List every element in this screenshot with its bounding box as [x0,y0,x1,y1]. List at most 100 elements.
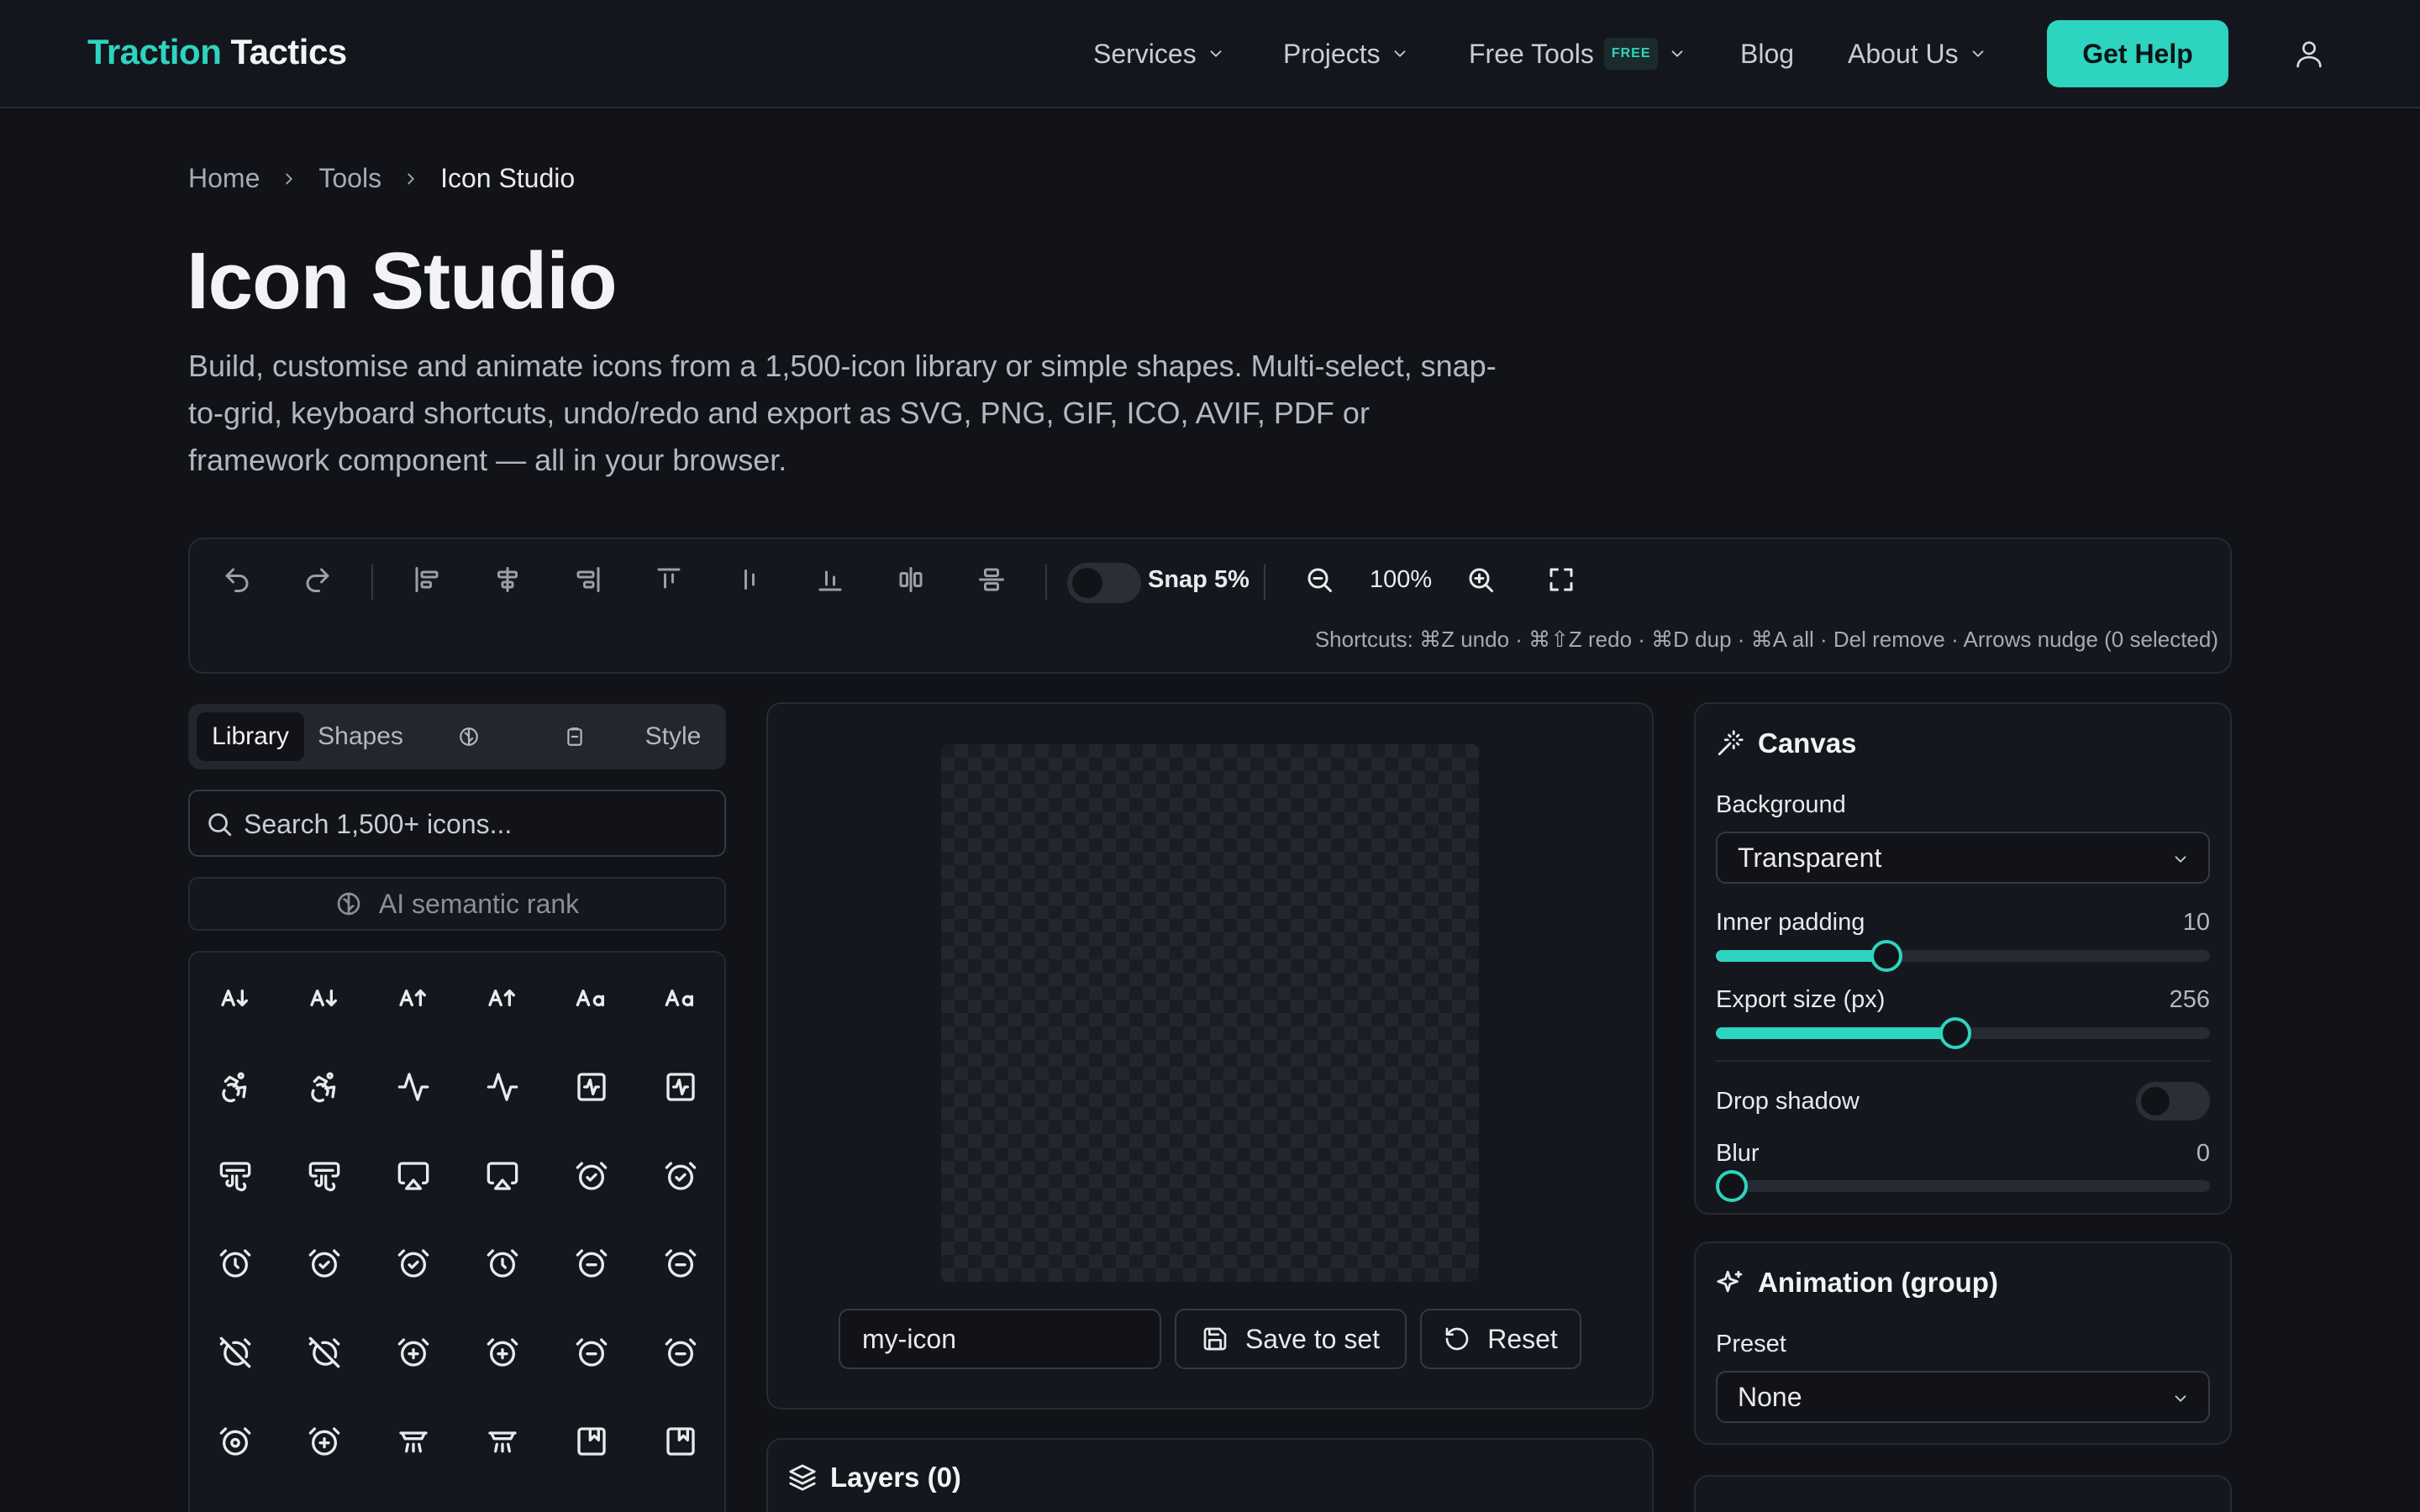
accessibility-icon[interactable] [308,1070,341,1104]
arrow-up-a-z-icon[interactable] [486,981,519,1015]
icon-library-grid [188,951,726,1512]
airplay-icon[interactable] [397,1159,430,1193]
nav-about[interactable]: About Us [1848,34,1987,74]
save-to-set-button[interactable]: Save to set [1175,1309,1407,1369]
layers-title: Layers (0) [830,1462,961,1493]
animation-header: Animation (group) [1716,1267,1998,1299]
tab-library[interactable]: Library [197,712,304,761]
align-top-icon[interactable] [654,564,684,595]
blur-slider[interactable] [1716,1170,2210,1202]
air-vent-icon[interactable] [308,1159,341,1193]
alarm-clock-check-icon[interactable] [308,1247,341,1280]
tab-style[interactable]: Style [629,712,718,761]
slider-thumb[interactable] [1939,1017,1972,1049]
background-select[interactable]: Transparent [1716,832,2210,884]
user-icon[interactable] [2292,37,2326,71]
alarm-clock-off-icon[interactable] [308,1336,341,1369]
tab-shapes[interactable]: Shapes [306,712,415,761]
reset-button[interactable]: Reset [1420,1309,1581,1369]
icon-name-input[interactable] [839,1309,1161,1369]
case-sensitive-icon[interactable] [575,981,608,1015]
breadcrumb-tools[interactable]: Tools [318,163,381,194]
alarm-clock-plus-icon[interactable] [308,1425,341,1458]
arrow-up-a-z-icon[interactable] [397,981,430,1015]
chevron-down-icon [2171,850,2190,869]
export-size-label: Export size (px) [1716,986,1886,1013]
airplay-icon[interactable] [486,1159,519,1193]
undo-icon[interactable] [222,564,252,595]
arrow-down-a-z-icon[interactable] [218,981,252,1015]
alarm-clock-check-icon[interactable] [575,1159,608,1193]
align-middle-icon[interactable] [734,564,765,595]
distribute-vertical-icon[interactable] [976,564,1007,595]
slider-thumb[interactable] [1716,1170,1748,1202]
breadcrumb-home[interactable]: Home [188,163,260,194]
nav-about-label: About Us [1848,38,1959,69]
distribute-horizontal-icon[interactable] [896,564,926,595]
redo-icon[interactable] [302,564,333,595]
align-bottom-icon[interactable] [815,564,845,595]
align-center-horizontal-icon[interactable] [492,564,523,595]
snap-label: Snap 5% [1148,566,1249,593]
slider-thumb[interactable] [1870,940,1902,972]
get-help-button[interactable]: Get Help [2047,20,2228,87]
nav-services[interactable]: Services [1093,34,1225,74]
alarm-clock-minus-icon[interactable] [575,1336,608,1369]
canvas-settings-title: Canvas [1758,727,1857,759]
activity-square-icon[interactable] [664,1070,697,1104]
tab-saved[interactable] [523,712,627,761]
background-label: Background [1716,791,1846,818]
activity-square-icon[interactable] [575,1070,608,1104]
alarm-clock-icon[interactable] [218,1247,252,1280]
preset-select[interactable]: None [1716,1371,2210,1423]
air-vent-icon[interactable] [218,1159,252,1193]
alarm-clock-minus-icon[interactable] [575,1247,608,1280]
chevron-right-icon [402,170,420,188]
align-left-icon[interactable] [412,564,442,595]
fullscreen-icon[interactable] [1546,564,1576,595]
nav-free-tools[interactable]: Free Tools FREE [1469,34,1686,74]
chevron-down-icon [1969,45,1987,63]
case-sensitive-icon[interactable] [664,981,697,1015]
icon-canvas[interactable] [941,744,1479,1282]
alarm-clock-plus-icon[interactable] [486,1336,519,1369]
ai-semantic-rank-button[interactable]: AI semantic rank [188,877,726,931]
inner-padding-slider[interactable] [1716,940,2210,972]
alarm-smoke-icon[interactable] [218,1425,252,1458]
alarm-clock-off-icon[interactable] [218,1336,252,1369]
export-size-slider[interactable] [1716,1017,2210,1049]
alarm-clock-icon[interactable] [486,1247,519,1280]
alarm-clock-check-icon[interactable] [397,1247,430,1280]
slider-fill [1716,950,1886,962]
layers-header[interactable]: Layers (0) [788,1462,961,1494]
tab-ai[interactable] [417,712,521,761]
save-to-set-label: Save to set [1244,1323,1381,1354]
align-right-icon[interactable] [573,564,603,595]
alarm-clock-plus-icon[interactable] [397,1336,430,1369]
chevron-down-icon [1668,45,1686,63]
zoom-out-icon[interactable] [1304,564,1334,595]
album-icon[interactable] [575,1425,608,1458]
toolbar-divider [371,564,373,600]
activity-icon[interactable] [486,1070,519,1104]
accessibility-icon[interactable] [218,1070,252,1104]
nav-projects[interactable]: Projects [1283,34,1409,74]
page-title: Icon Studio [187,236,618,326]
snap-toggle[interactable] [1067,563,1141,603]
nav-blog[interactable]: Blog [1740,34,1794,74]
icon-search [188,790,726,857]
alarm-clock-minus-icon[interactable] [664,1336,697,1369]
shower-head-icon[interactable] [397,1425,430,1458]
shower-head-icon[interactable] [486,1425,519,1458]
blur-label: Blur [1716,1140,1760,1167]
arrow-down-a-z-icon[interactable] [308,981,341,1015]
zoom-in-icon[interactable] [1465,564,1496,595]
search-input[interactable] [244,801,714,847]
alarm-clock-check-icon[interactable] [664,1159,697,1193]
drop-shadow-toggle[interactable] [2136,1082,2210,1121]
brand-logo[interactable]: Traction Tactics [87,32,347,72]
slider-fill [1716,1027,1956,1039]
album-icon[interactable] [664,1425,697,1458]
alarm-clock-minus-icon[interactable] [664,1247,697,1280]
activity-icon[interactable] [397,1070,430,1104]
